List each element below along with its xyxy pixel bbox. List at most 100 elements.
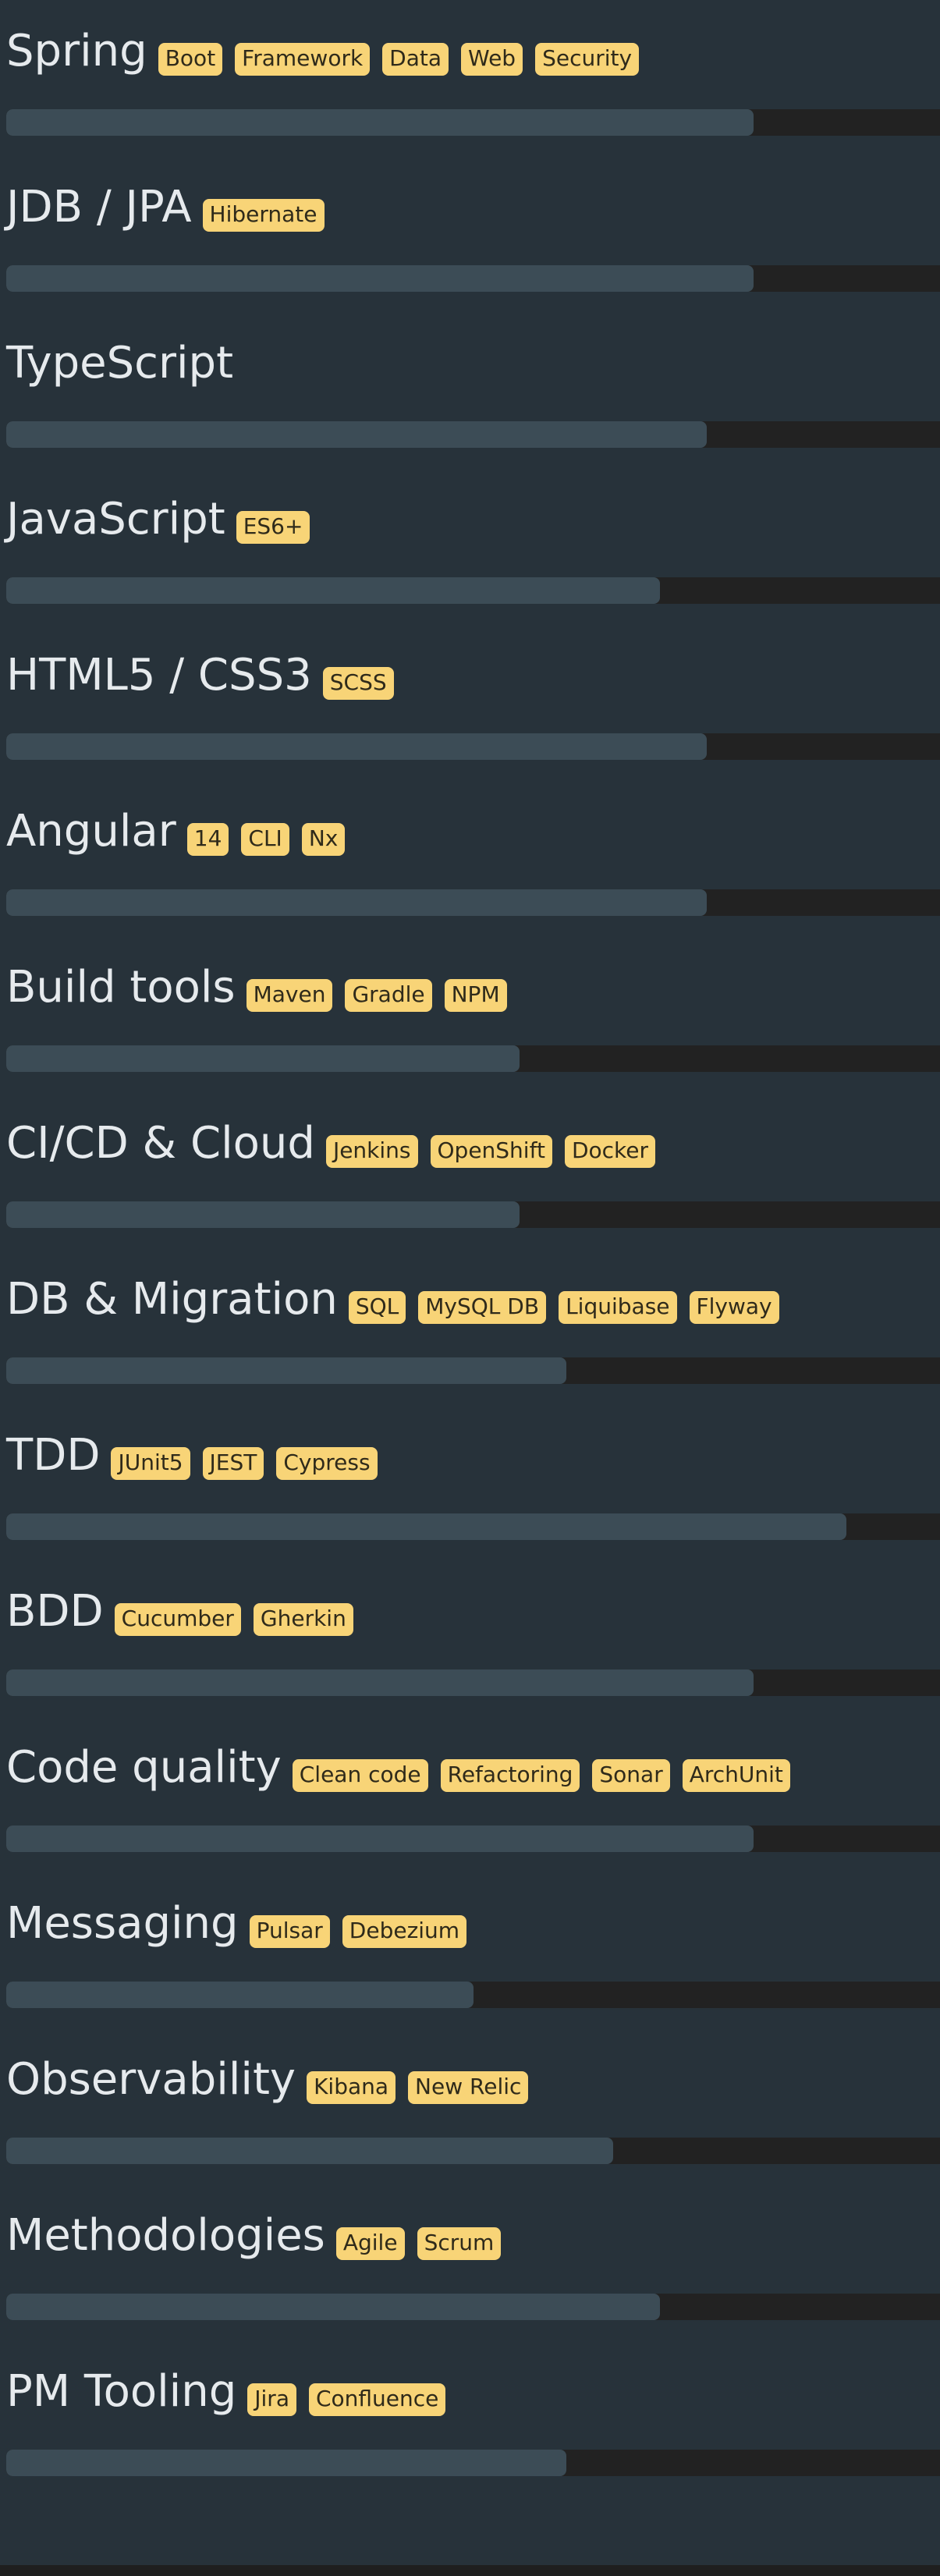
skill-tag: CLI	[241, 823, 289, 856]
skill-progress-fill	[6, 2450, 567, 2476]
skill-progress-fill	[6, 1357, 567, 1384]
skill-name: Build tools	[6, 962, 236, 1013]
skill-header: Messaging Pulsar Debezium	[6, 1896, 479, 1952]
skill-progress-bar	[6, 577, 940, 604]
skill-item: BDD Cucumber Gherkin	[0, 1560, 940, 1716]
skill-progress-bar	[6, 2294, 940, 2320]
skill-tag: SQL	[348, 1291, 406, 1324]
skill-header: Build tools Maven Gradle NPM	[6, 960, 520, 1016]
skill-progress-fill	[6, 265, 754, 292]
skill-name: BDD	[6, 1586, 104, 1637]
skill-progress-fill	[6, 1669, 754, 1696]
skill-tag: Jira	[247, 2383, 296, 2416]
skill-name: Methodologies	[6, 2210, 325, 2261]
skill-progress-bar	[6, 1201, 940, 1228]
skill-progress-fill	[6, 889, 707, 916]
skill-name: HTML5 / CSS3	[6, 650, 312, 701]
skill-item: HTML5 / CSS3 SCSS	[0, 624, 940, 780]
skill-tag: Boot	[158, 43, 223, 76]
skill-tag: ArchUnit	[682, 1759, 790, 1792]
skill-tag: Debezium	[342, 1915, 467, 1948]
skill-name: Spring	[6, 26, 147, 76]
skill-tag: Jenkins	[325, 1135, 418, 1168]
skill-tag: Framework	[235, 43, 371, 76]
skill-progress-bar	[6, 2450, 940, 2476]
skill-name: JavaScript	[6, 494, 225, 545]
skill-tag: MySQL DB	[418, 1291, 547, 1324]
skill-progress-bar	[6, 421, 940, 448]
skill-name: TypeScript	[6, 338, 234, 389]
skill-item: JavaScript ES6+	[0, 468, 940, 624]
skill-tag: Clean code	[292, 1759, 428, 1792]
skill-tag: Gherkin	[253, 1603, 353, 1636]
skill-progress-fill	[6, 421, 707, 448]
skill-name: Code quality	[6, 1742, 282, 1793]
skill-progress-fill	[6, 1982, 474, 2008]
skill-header: Code quality Clean code Refactoring Sonar Ar…	[6, 1740, 803, 1796]
skill-tag: Scrum	[417, 2227, 502, 2260]
skill-progress-bar	[6, 1357, 940, 1384]
skill-header: JavaScript ES6+	[6, 491, 322, 548]
skill-item: CI/CD & Cloud Jenkins OpenShift Docker	[0, 1092, 940, 1248]
skills-list: Spring Boot Framework Data Web Security JDB / …	[0, 0, 940, 2496]
skill-tag: SCSS	[322, 667, 394, 700]
skill-tag: Security	[535, 43, 640, 76]
skill-header: Methodologies Agile Scrum	[6, 2208, 513, 2264]
skill-tag: Agile	[335, 2227, 405, 2260]
skill-progress-fill	[6, 1201, 520, 1228]
skill-tag: Hibernate	[202, 199, 325, 232]
skill-tag: JUnit5	[111, 1447, 190, 1480]
skill-header: CI/CD & Cloud Jenkins OpenShift Docker	[6, 1116, 668, 1172]
skill-name: TDD	[6, 1430, 101, 1481]
skill-item: Methodologies Agile Scrum	[0, 2184, 940, 2340]
skill-tag: Nx	[301, 823, 346, 856]
skill-tag: OpenShift	[430, 1135, 552, 1168]
skill-tag: JEST	[202, 1447, 264, 1480]
skill-item: Build tools Maven Gradle NPM	[0, 936, 940, 1092]
skill-tag: Liquibase	[559, 1291, 677, 1324]
skill-item: TDD JUnit5 JEST Cypress	[0, 1404, 940, 1560]
skill-item: Messaging Pulsar Debezium	[0, 1872, 940, 2028]
skill-name: DB & Migration	[6, 1274, 338, 1325]
skill-progress-bar	[6, 1045, 940, 1072]
skill-item: Observability Kibana New Relic	[0, 2028, 940, 2184]
skill-progress-bar	[6, 265, 940, 292]
skill-tag: New Relic	[408, 2071, 529, 2104]
skill-progress-bar	[6, 889, 940, 916]
skill-progress-bar	[6, 1826, 940, 1852]
skill-tag: ES6+	[236, 511, 310, 544]
skill-progress-bar	[6, 109, 940, 136]
skill-progress-fill	[6, 2138, 614, 2164]
skill-name: Messaging	[6, 1898, 239, 1949]
skill-name: PM Tooling	[6, 2366, 237, 2417]
skill-tag: Flyway	[689, 1291, 779, 1324]
skill-tag: Confluence	[308, 2383, 446, 2416]
skill-header: BDD Cucumber Gherkin	[6, 1584, 366, 1640]
skill-tag: Pulsar	[249, 1915, 330, 1948]
skill-tag: Docker	[564, 1135, 655, 1168]
skill-item: Angular 14 CLI Nx	[0, 780, 940, 936]
skill-tag: Web	[461, 43, 523, 76]
skill-header: Observability Kibana New Relic	[6, 2052, 541, 2108]
skill-progress-fill	[6, 733, 707, 760]
skill-header: HTML5 / CSS3 SCSS	[6, 648, 406, 704]
skill-tag: Cypress	[276, 1447, 378, 1480]
skill-tag: Refactoring	[440, 1759, 580, 1792]
skill-tag: Data	[382, 43, 449, 76]
bottom-strip	[0, 2565, 940, 2576]
skill-header: Spring Boot Framework Data Web Security	[6, 23, 651, 80]
skill-header: PM Tooling Jira Confluence	[6, 2364, 458, 2420]
skill-item: Spring Boot Framework Data Web Security	[0, 0, 940, 156]
skill-tag: Gradle	[345, 979, 432, 1012]
skill-progress-fill	[6, 1826, 754, 1852]
skill-tag: Kibana	[307, 2071, 396, 2104]
skill-item: Code quality Clean code Refactoring Sonar Ar…	[0, 1716, 940, 1872]
skill-tag: Maven	[246, 979, 333, 1012]
skill-header: DB & Migration SQL MySQL DB Liquibase Flyway	[6, 1272, 792, 1328]
skill-tag: 14	[186, 823, 229, 856]
skill-progress-fill	[6, 1513, 847, 1540]
skill-progress-bar	[6, 733, 940, 760]
skill-progress-fill	[6, 1045, 520, 1072]
skill-item: PM Tooling Jira Confluence	[0, 2340, 940, 2496]
skill-header: JDB / JPA Hibernate	[6, 179, 337, 236]
